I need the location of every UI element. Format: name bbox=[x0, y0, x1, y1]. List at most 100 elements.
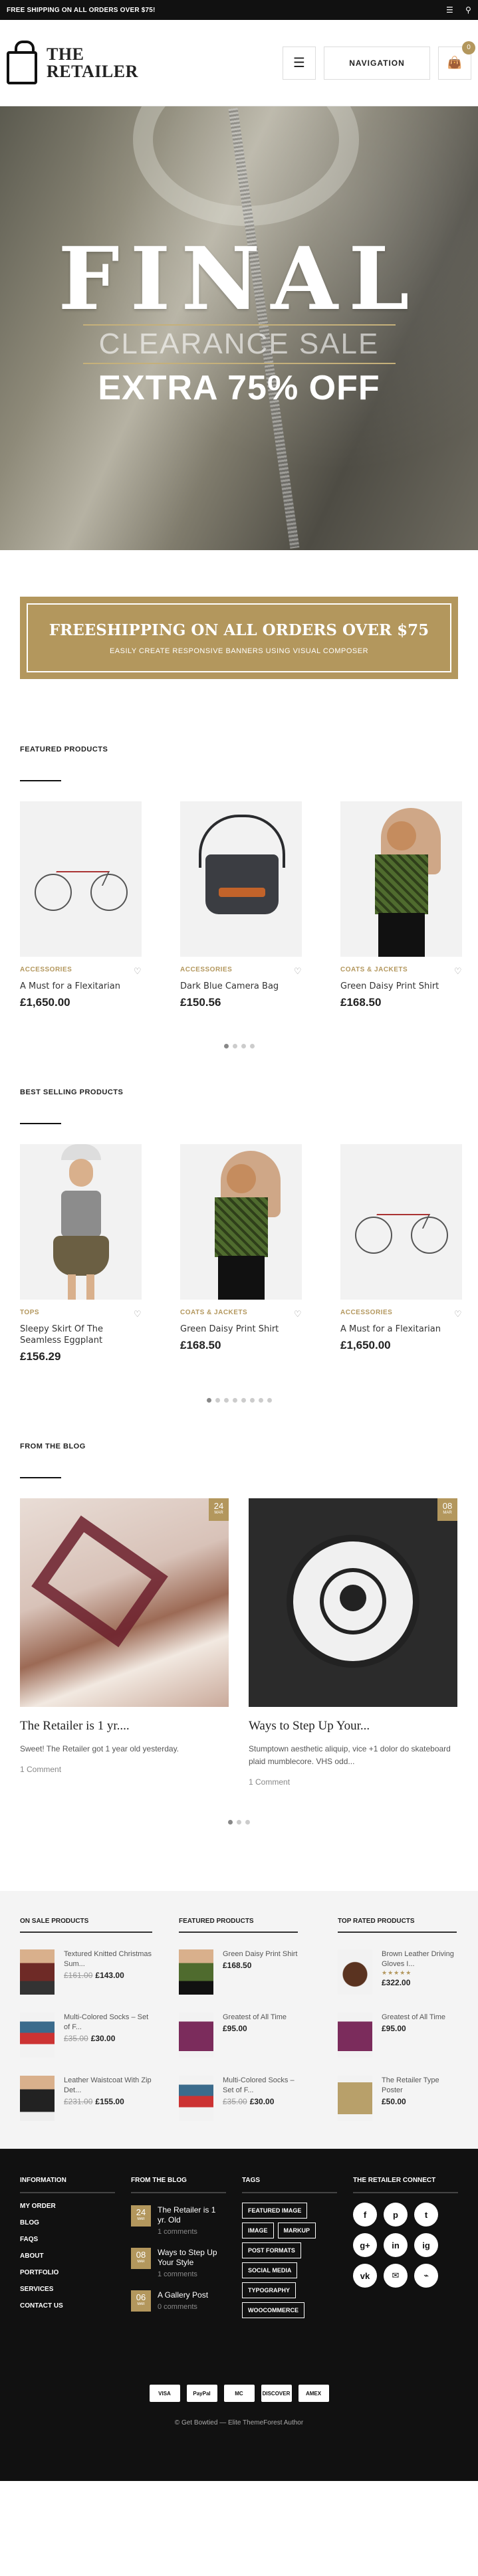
vk-icon[interactable]: vk bbox=[353, 2264, 377, 2288]
footer-post[interactable]: 08 MAR Ways to Step Up Your Style 1 comme… bbox=[131, 2248, 226, 2278]
product-image-skirt[interactable] bbox=[20, 1144, 142, 1300]
list-item[interactable]: Multi-Colored Socks – Set of F... £35.00… bbox=[20, 2013, 152, 2059]
footer-post-comments[interactable]: 0 comments bbox=[158, 2303, 208, 2311]
footer-link[interactable]: ABOUT bbox=[20, 2252, 115, 2260]
rss-icon[interactable]: ⌁ bbox=[414, 2264, 438, 2288]
pagination-dot[interactable] bbox=[232, 1044, 237, 1048]
footer-post-title[interactable]: The Retailer is 1 yr. Old bbox=[158, 2205, 226, 2225]
post-comments-link[interactable]: 1 Comment bbox=[249, 1777, 457, 1787]
product-name[interactable]: Green Daisy Print Shirt bbox=[340, 981, 462, 992]
facebook-icon[interactable]: f bbox=[353, 2203, 377, 2227]
product-card[interactable]: ACCESSORIES ♡ A Must for a Flexitarian £1… bbox=[20, 801, 142, 1009]
pagination-dot[interactable] bbox=[215, 1398, 220, 1403]
product-category[interactable]: ACCESSORIES bbox=[340, 1309, 392, 1320]
blog-post-card[interactable]: 08 MAR Ways to Step Up Your... Stumptown … bbox=[249, 1498, 457, 1787]
instagram-icon[interactable]: ig bbox=[414, 2233, 438, 2257]
product-category[interactable]: TOPS bbox=[20, 1309, 39, 1320]
footer-post-title[interactable]: A Gallery Post bbox=[158, 2290, 208, 2300]
list-item[interactable]: Green Daisy Print Shirt £168.50 bbox=[179, 1949, 298, 1996]
pagination-dot[interactable] bbox=[245, 1820, 250, 1825]
post-title[interactable]: Ways to Step Up Your... bbox=[249, 1719, 457, 1734]
tag-link[interactable]: POST FORMATS bbox=[242, 2242, 301, 2258]
footer-link[interactable]: FAQS bbox=[20, 2236, 115, 2243]
list-item[interactable]: Greatest of All Time £95.00 bbox=[179, 2013, 298, 2059]
pagination-dot[interactable] bbox=[267, 1398, 272, 1403]
wishlist-heart-icon[interactable]: ♡ bbox=[134, 1309, 142, 1320]
product-name[interactable]: Sleepy Skirt Of The Seamless Eggplant bbox=[20, 1324, 142, 1346]
product-thumbnail[interactable] bbox=[179, 2076, 213, 2121]
product-thumbnail[interactable] bbox=[20, 1949, 55, 1995]
footer-post-title[interactable]: Ways to Step Up Your Style bbox=[158, 2248, 226, 2268]
item-name[interactable]: The Retailer Type Poster bbox=[382, 2076, 457, 2096]
blog-post-image[interactable]: 24 MAR bbox=[20, 1498, 229, 1707]
carousel-pagination[interactable] bbox=[20, 1044, 458, 1048]
item-name[interactable]: Greatest of All Time bbox=[382, 2013, 445, 2023]
product-category[interactable]: COATS & JACKETS bbox=[340, 966, 408, 977]
blog-post-card[interactable]: 24 MAR The Retailer is 1 yr.... Sweet! Th… bbox=[20, 1498, 229, 1787]
pagination-dot[interactable] bbox=[223, 1044, 229, 1048]
wishlist-heart-icon[interactable]: ♡ bbox=[134, 966, 142, 977]
search-icon[interactable]: ⚲ bbox=[465, 5, 471, 15]
navigation-button[interactable]: NAVIGATION bbox=[324, 46, 430, 80]
footer-post-comments[interactable]: 1 comments bbox=[158, 2270, 226, 2278]
hamburger-menu-button[interactable]: ☰ bbox=[283, 46, 316, 80]
footer-link[interactable]: PORTFOLIO bbox=[20, 2269, 115, 2276]
item-name[interactable]: Multi-Colored Socks – Set of F... bbox=[64, 2013, 152, 2032]
pagination-dot[interactable] bbox=[249, 1044, 255, 1048]
pagination-dot[interactable] bbox=[223, 1398, 229, 1403]
item-name[interactable]: Greatest of All Time bbox=[223, 2013, 287, 2023]
pagination-dot[interactable] bbox=[241, 1398, 246, 1403]
footer-post[interactable]: 24 MAR The Retailer is 1 yr. Old 1 commen… bbox=[131, 2205, 226, 2236]
product-category[interactable]: COATS & JACKETS bbox=[180, 1309, 247, 1320]
product-card[interactable]: TOPS ♡ Sleepy Skirt Of The Seamless Eggpl… bbox=[20, 1144, 142, 1363]
linkedin-icon[interactable]: in bbox=[384, 2233, 408, 2257]
product-category[interactable]: ACCESSORIES bbox=[180, 966, 232, 977]
list-item[interactable]: Textured Knitted Christmas Sum... £161.0… bbox=[20, 1949, 152, 1996]
product-card[interactable]: ACCESSORIES ♡ Dark Blue Camera Bag £150.5… bbox=[180, 801, 302, 1009]
footer-link[interactable]: CONTACT US bbox=[20, 2302, 115, 2310]
wishlist-heart-icon[interactable]: ♡ bbox=[454, 966, 462, 977]
pagination-dot[interactable] bbox=[237, 1820, 241, 1825]
pagination-dot[interactable] bbox=[232, 1398, 237, 1403]
item-name[interactable]: Leather Waistcoat With Zip Det... bbox=[64, 2076, 152, 2096]
footer-link[interactable]: SERVICES bbox=[20, 2286, 115, 2293]
pagination-dot[interactable] bbox=[206, 1398, 211, 1403]
footer-post-comments[interactable]: 1 comments bbox=[158, 2228, 226, 2236]
carousel-pagination[interactable] bbox=[20, 1820, 458, 1825]
hero-slider[interactable]: FINAL CLEARANCE SALE EXTRA 75% OFF bbox=[0, 106, 478, 550]
wishlist-heart-icon[interactable]: ♡ bbox=[294, 966, 302, 977]
footer-link[interactable]: BLOG bbox=[20, 2219, 115, 2227]
blog-post-image[interactable]: 08 MAR bbox=[249, 1498, 457, 1707]
tag-link[interactable]: TYPOGRAPHY bbox=[242, 2282, 297, 2298]
product-name[interactable]: A Must for a Flexitarian bbox=[20, 981, 142, 992]
footer-post[interactable]: 06 MAR A Gallery Post 0 comments bbox=[131, 2290, 226, 2312]
pagination-dot[interactable] bbox=[241, 1044, 246, 1048]
wishlist-heart-icon[interactable]: ♡ bbox=[454, 1309, 462, 1320]
promo-banner[interactable]: FREESHIPPING ON ALL ORDERS OVER $75 EASI… bbox=[20, 597, 458, 679]
product-thumbnail[interactable] bbox=[179, 1949, 213, 1995]
menu-icon[interactable]: ☰ bbox=[446, 5, 453, 15]
tag-link[interactable]: FEATURED IMAGE bbox=[242, 2203, 308, 2219]
tag-link[interactable]: MARKUP bbox=[277, 2223, 316, 2238]
product-card[interactable]: COATS & JACKETS ♡ Green Daisy Print Shirt… bbox=[340, 801, 462, 1009]
item-name[interactable]: Green Daisy Print Shirt bbox=[223, 1949, 297, 1959]
google-plus-icon[interactable]: g+ bbox=[353, 2233, 377, 2257]
product-category[interactable]: ACCESSORIES bbox=[20, 966, 72, 977]
product-thumbnail[interactable] bbox=[338, 2013, 372, 2058]
list-item[interactable]: Leather Waistcoat With Zip Det... £231.0… bbox=[20, 2076, 152, 2122]
list-item[interactable]: Multi-Colored Socks – Set of F... £35.00… bbox=[179, 2076, 298, 2122]
product-image-bag[interactable] bbox=[180, 801, 302, 957]
tag-link[interactable]: SOCIAL MEDIA bbox=[242, 2262, 298, 2278]
product-image-shirt[interactable] bbox=[180, 1144, 302, 1300]
pagination-dot[interactable] bbox=[249, 1398, 255, 1403]
product-thumbnail[interactable] bbox=[179, 2013, 213, 2058]
post-title[interactable]: The Retailer is 1 yr.... bbox=[20, 1719, 229, 1734]
tag-link[interactable]: IMAGE bbox=[242, 2223, 274, 2238]
footer-link[interactable]: MY ORDER bbox=[20, 2203, 115, 2210]
site-logo[interactable]: THE RETAILER bbox=[7, 40, 138, 84]
product-image-bicycle[interactable] bbox=[20, 801, 142, 957]
product-image-bicycle[interactable] bbox=[340, 1144, 462, 1300]
product-name[interactable]: Green Daisy Print Shirt bbox=[180, 1324, 302, 1335]
product-image-shirt[interactable] bbox=[340, 801, 462, 957]
list-item[interactable]: Greatest of All Time £95.00 bbox=[338, 2013, 457, 2059]
